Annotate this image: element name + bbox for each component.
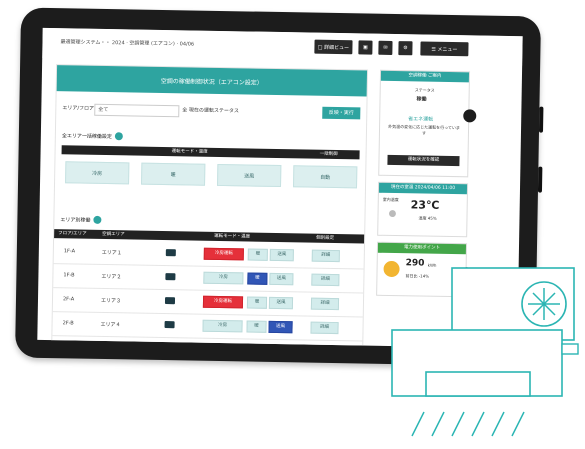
heat-button[interactable]: 暖 xyxy=(246,320,267,333)
mail-icon[interactable]: ✉ xyxy=(378,40,393,55)
col-setting: 個別設定 xyxy=(316,235,335,241)
info-icon[interactable] xyxy=(114,132,123,141)
aircon-icon xyxy=(165,273,176,281)
menu-button[interactable]: ☰ メニュー xyxy=(420,41,469,57)
aircon-icon xyxy=(164,297,176,305)
aircon-icon xyxy=(165,249,176,257)
next-arrow-icon[interactable] xyxy=(463,109,477,123)
status-card: 空調稼働 ご案内 ステータス 稼働 省エネ運転 外気温の変化に応じた運転を行って… xyxy=(378,69,471,178)
bulk-header: 一括制御 xyxy=(319,151,338,158)
detail-button[interactable]: 詳細 xyxy=(310,321,339,335)
detail-button[interactable]: 詳細 xyxy=(311,249,340,263)
section-all-title: 全エリア一括稼働設定 xyxy=(61,131,123,141)
humidity-value: 湿度 45% xyxy=(418,215,437,221)
area-select[interactable]: 全て xyxy=(94,103,180,118)
top-bar: 最適管理システム・・ 2024 · 空調管理 (エアコン) · 04/06 □ … xyxy=(42,27,523,67)
floor-cell: 1F-A xyxy=(63,248,76,255)
section-all-header: 運転モード・温度 一括制御 xyxy=(61,145,360,160)
tile-auto[interactable]: 自動 xyxy=(292,165,358,189)
thermometer-icon: ● xyxy=(388,208,397,220)
airflow-lines xyxy=(411,411,525,437)
tile-heat[interactable]: 暖 xyxy=(141,162,206,186)
floor-cell: 2F-B xyxy=(62,320,74,327)
save-icon[interactable]: ▣ xyxy=(358,40,373,55)
main-panel: 空調の稼働制御状況（エアコン設定） エリア/フロア 全て 全 現在の運転ステータ… xyxy=(51,64,369,348)
floor-cell: 2F-A xyxy=(62,296,75,303)
col-area: 空調エリア xyxy=(102,231,125,238)
area-cell: エリア１ xyxy=(101,249,122,257)
detail-view-button[interactable]: □ 詳細ビュー xyxy=(314,39,353,55)
tablet-side-button xyxy=(537,166,543,193)
side-pipe-outline xyxy=(561,343,579,355)
tile-cool[interactable]: 冷房 xyxy=(65,161,130,185)
mode-button[interactable]: 冷房 xyxy=(202,319,243,333)
col-mode: 運転モード・温度 xyxy=(214,233,251,240)
page-title: 空調の稼働制御状況（エアコン設定） xyxy=(56,65,368,97)
check-status-button[interactable]: 運転状況を確認 xyxy=(387,154,460,167)
aircon-icon xyxy=(164,321,175,329)
status-note: 外気温の変化に応じた運転を行っています xyxy=(388,123,461,136)
temperature-card: 現在の室温 2024/04/06 11:00 室内温度 ● 23℃ 湿度 45% xyxy=(377,181,469,238)
status-value: 稼働 xyxy=(416,96,427,103)
air-vent-outline xyxy=(425,371,531,397)
settings-icon[interactable]: ⚙ xyxy=(398,41,413,56)
fan-button[interactable]: 送風 xyxy=(269,248,294,262)
mode-header: 運転モード・温度 xyxy=(171,149,208,155)
air-conditioner-illustration xyxy=(391,267,579,437)
heat-button[interactable]: 暖 xyxy=(246,296,268,309)
status-card-title: 空調稼働 ご案内 xyxy=(380,70,470,83)
floor-cell: 1F-B xyxy=(63,272,75,279)
mode-button-active[interactable]: 冷房運転 xyxy=(203,247,244,261)
fan-button-active[interactable]: 送風 xyxy=(268,320,293,334)
eco-link[interactable]: 省エネ運転 xyxy=(408,115,433,122)
area-cell: エリア３ xyxy=(100,297,122,305)
area-cell: エリア４ xyxy=(100,321,121,329)
area-cell: エリア２ xyxy=(101,273,122,281)
tablet-side-button xyxy=(538,106,544,133)
tile-fan[interactable]: 送風 xyxy=(217,163,282,188)
fan-button[interactable]: 送風 xyxy=(269,272,294,286)
status-filter-label: 全 現在の運転ステータス xyxy=(182,107,239,115)
mode-button-active[interactable]: 冷房運転 xyxy=(202,295,244,309)
apply-button[interactable]: 反映・実行 xyxy=(322,106,361,120)
table-row: 2F-B エリア４ 冷房 暖 送風 詳細 xyxy=(52,311,363,342)
heat-button[interactable]: 暖 xyxy=(247,248,268,261)
fan-button[interactable]: 送風 xyxy=(268,296,294,310)
mode-button[interactable]: 冷房 xyxy=(203,271,244,285)
breadcrumb: 最適管理システム・・ 2024 · 空調管理 (エアコン) · 04/06 xyxy=(60,39,195,48)
status-label: ステータス xyxy=(414,87,435,93)
temperature-value: 23℃ xyxy=(410,198,440,212)
power-card-title: 電力使用ポイント xyxy=(377,242,467,255)
filter-row: エリア/フロア 全て 全 現在の運転ステータス 反映・実行 xyxy=(62,103,361,120)
temperature-label: 室内温度 xyxy=(382,196,399,203)
info-icon[interactable] xyxy=(93,215,102,224)
section-area-label: エリア別稼働 xyxy=(60,216,91,224)
section-area-title: エリア別稼働 xyxy=(60,215,102,224)
heat-button-active[interactable]: 暖 xyxy=(247,272,268,285)
filter-label: エリア/フロア xyxy=(62,105,95,112)
detail-button[interactable]: 詳細 xyxy=(310,297,340,311)
section-all-label: 全エリア一括稼働設定 xyxy=(61,132,112,140)
col-floor: フロア/エリア xyxy=(58,231,87,237)
temperature-card-title: 現在の室温 2024/04/06 11:00 xyxy=(378,182,468,195)
detail-button[interactable]: 詳細 xyxy=(311,273,340,287)
